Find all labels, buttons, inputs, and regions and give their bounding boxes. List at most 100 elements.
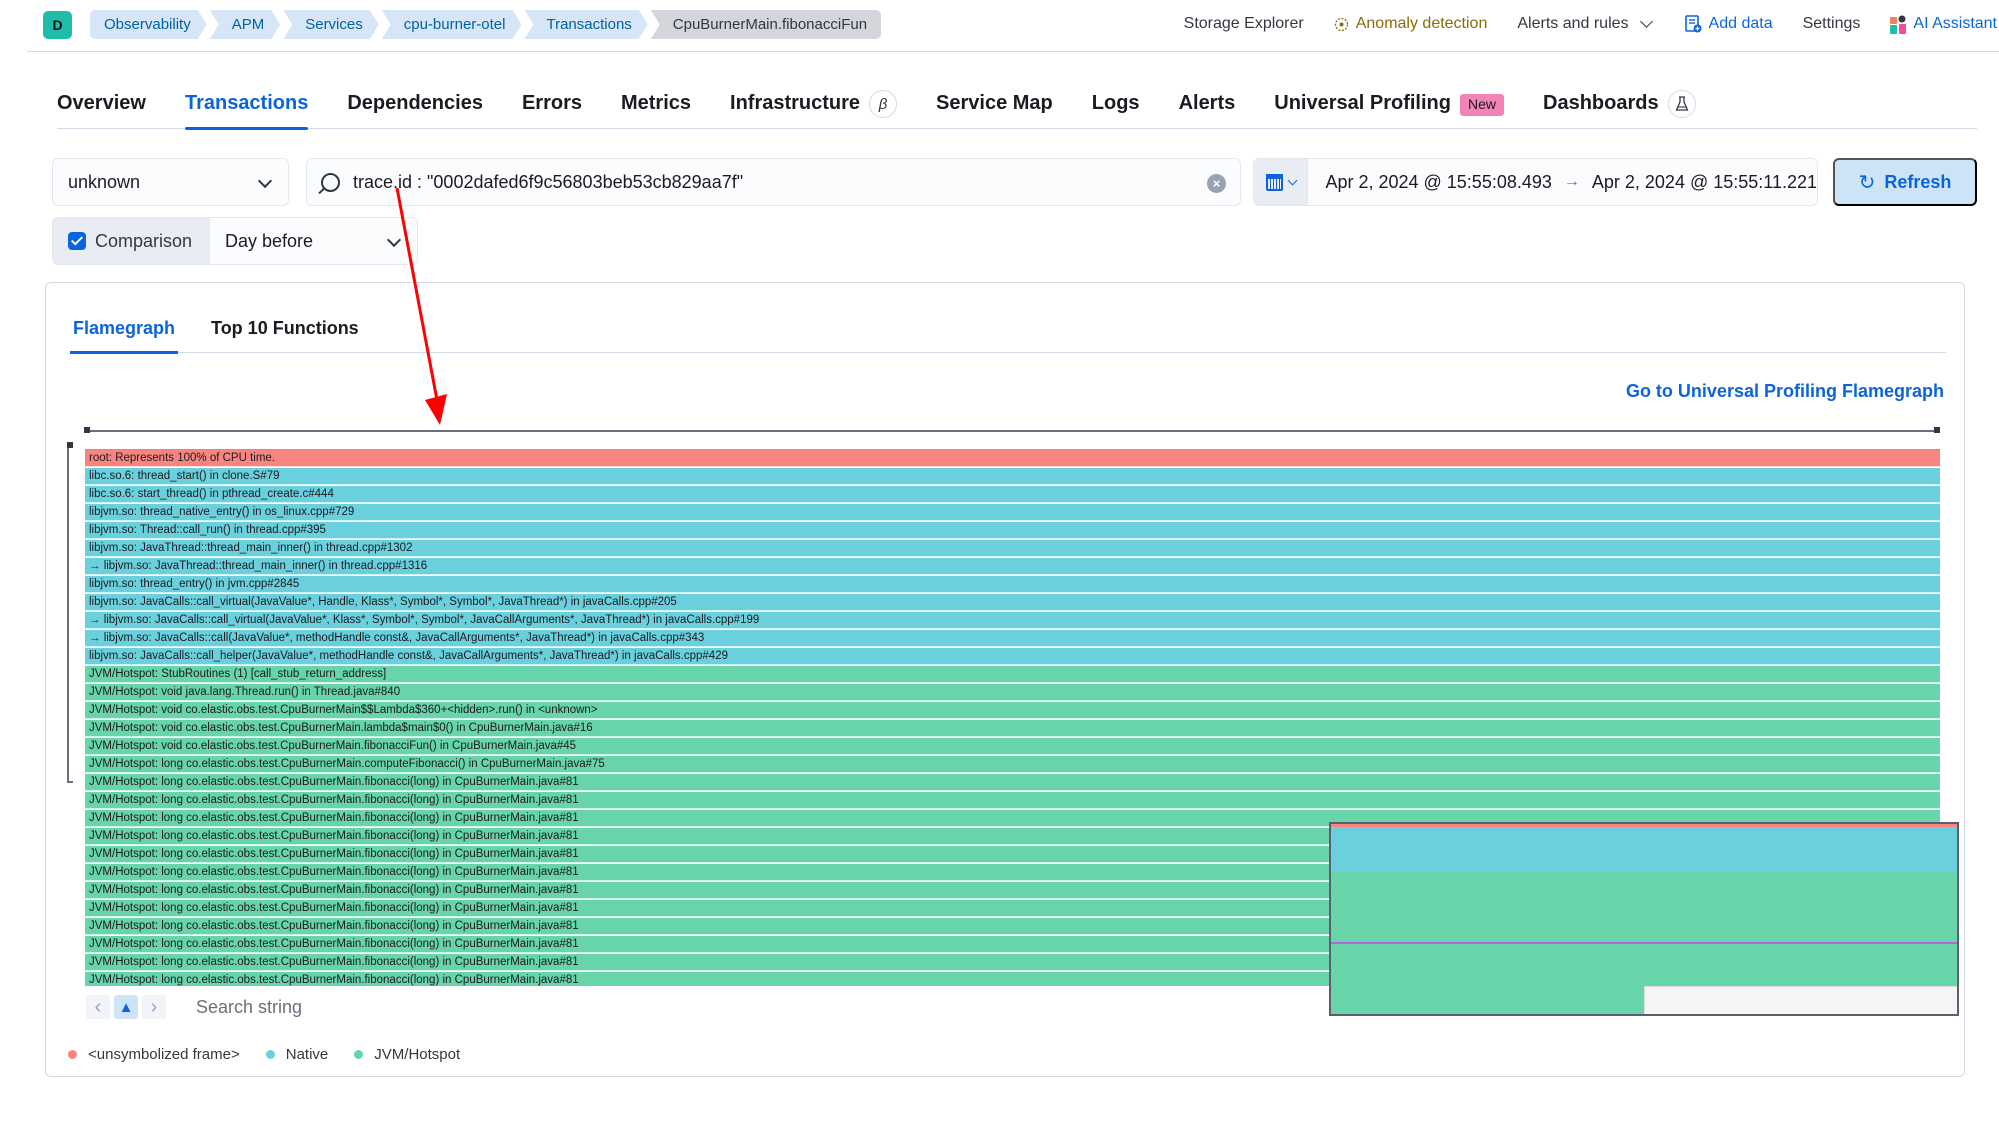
tab-service-map[interactable]: Service Map bbox=[936, 85, 1053, 129]
collapse-search-button[interactable]: ▲ bbox=[114, 995, 138, 1019]
settings-link[interactable]: Settings bbox=[1803, 15, 1861, 33]
alerts-and-rules-menu[interactable]: Alerts and rules bbox=[1517, 15, 1654, 33]
beta-badge: β bbox=[869, 90, 898, 118]
breadcrumb-service[interactable]: cpu-burner-otel bbox=[382, 10, 522, 39]
tab-label: Errors bbox=[521, 92, 582, 114]
tab-dashboards[interactable]: Dashboards bbox=[1543, 85, 1696, 129]
chevron-down-icon bbox=[257, 173, 273, 189]
flamegraph-frame[interactable]: libjvm.so: Thread::call_run() in thread.… bbox=[85, 522, 1940, 539]
ai-assistant-icon bbox=[1890, 15, 1907, 34]
flamegraph-search: ‹ ▲ › Search string bbox=[86, 993, 302, 1021]
environment-select[interactable]: unknown bbox=[52, 158, 289, 206]
start-date[interactable]: Apr 2, 2024 @ 15:55:08.493 bbox=[1325, 172, 1551, 193]
flamegraph-frame[interactable]: libjvm.so: JavaCalls::call_virtual(JavaV… bbox=[85, 594, 1940, 611]
search-string-input[interactable]: Search string bbox=[196, 997, 302, 1018]
end-date[interactable]: Apr 2, 2024 @ 15:55:11.221 bbox=[1592, 172, 1817, 193]
chevron-down-icon bbox=[386, 232, 402, 248]
flamegraph-frame[interactable]: libc.so.6: start_thread() in pthread_cre… bbox=[85, 486, 1940, 503]
tab-transactions[interactable]: Transactions bbox=[184, 85, 309, 130]
horizontal-scrollbar[interactable] bbox=[84, 427, 1940, 433]
quick-select-button[interactable] bbox=[1254, 159, 1309, 205]
search-input[interactable]: trace.id : "0002dafed6f9c56803beb53cb829… bbox=[353, 172, 743, 193]
flamegraph-frame[interactable]: → libjvm.so: JavaThread::thread_main_inn… bbox=[85, 558, 1940, 575]
tab-logs[interactable]: Logs bbox=[1092, 85, 1140, 129]
flamegraph-frame[interactable]: JVM/Hotspot: long co.elastic.obs.test.Cp… bbox=[85, 792, 1940, 809]
tab-label: Alerts bbox=[1178, 92, 1236, 114]
flamegraph-frame[interactable]: JVM/Hotspot: long co.elastic.obs.test.Cp… bbox=[85, 756, 1940, 773]
service-tabs: Overview Transactions Dependencies Error… bbox=[57, 85, 1977, 130]
add-data-icon bbox=[1684, 15, 1702, 33]
flamegraph-frame[interactable]: JVM/Hotspot: void co.elastic.obs.test.Cp… bbox=[85, 720, 1940, 737]
tab-errors[interactable]: Errors bbox=[522, 85, 582, 129]
breadcrumb-observability[interactable]: Observability bbox=[90, 10, 207, 39]
previous-match-button[interactable]: ‹ bbox=[86, 995, 110, 1019]
universal-profiling-flamegraph-link[interactable]: Go to Universal Profiling Flamegraph bbox=[1626, 381, 1944, 402]
breadcrumb-services[interactable]: Services bbox=[283, 10, 379, 39]
kql-search-bar[interactable]: trace.id : "0002dafed6f9c56803beb53cb829… bbox=[306, 158, 1241, 206]
flamegraph-frame[interactable]: libjvm.so: thread_native_entry() in os_l… bbox=[85, 504, 1940, 521]
tab-label: Transactions bbox=[184, 92, 309, 114]
tab-metrics[interactable]: Metrics bbox=[621, 85, 691, 129]
alerts-and-rules-label: Alerts and rules bbox=[1517, 15, 1629, 32]
tab-overview[interactable]: Overview bbox=[57, 85, 146, 129]
flamegraph-frame[interactable]: JVM/Hotspot: StubRoutines (1) [call_stub… bbox=[85, 666, 1940, 683]
tab-label: Logs bbox=[1091, 92, 1140, 114]
clear-query-icon[interactable]: × bbox=[1207, 174, 1226, 193]
refresh-button[interactable]: ↻ Refresh bbox=[1833, 158, 1977, 206]
legend-item: Native bbox=[265, 1046, 328, 1063]
tab-label: Universal Profiling bbox=[1274, 92, 1451, 114]
breadcrumb-transactions[interactable]: Transactions bbox=[524, 10, 647, 39]
profiling-panel: Flamegraph Top 10 Functions Go to Univer… bbox=[45, 282, 1965, 1077]
tab-label: Overview bbox=[57, 92, 146, 114]
chevron-down-icon bbox=[1639, 15, 1653, 28]
header-links: Storage Explorer Anomaly detection Alert… bbox=[1154, 0, 1999, 48]
flamegraph-frame[interactable]: root: Represents 100% of CPU time. bbox=[85, 450, 1940, 467]
comparison-checkbox[interactable] bbox=[68, 232, 86, 250]
flamegraph-frame[interactable]: libjvm.so: JavaThread::thread_main_inner… bbox=[85, 540, 1940, 557]
tab-universal-profiling[interactable]: Universal Profiling New bbox=[1274, 85, 1504, 129]
add-data-link[interactable]: Add data bbox=[1684, 15, 1773, 33]
ai-assistant-button[interactable]: AI Assistant bbox=[1890, 14, 1997, 34]
breadcrumb-apm[interactable]: APM bbox=[210, 10, 281, 39]
flamegraph-frame[interactable]: libjvm.so: JavaCalls::call_helper(JavaVa… bbox=[85, 648, 1940, 665]
legend-item: <unsymbolized frame> bbox=[68, 1046, 240, 1063]
flamegraph-frame[interactable]: JVM/Hotspot: void java.lang.Thread.run()… bbox=[85, 684, 1940, 701]
flamegraph-frame[interactable]: JVM/Hotspot: void co.elastic.obs.test.Cp… bbox=[85, 702, 1940, 719]
breadcrumb: Observability APM Services cpu-burner-ot… bbox=[90, 10, 884, 39]
arrow-right-icon: → bbox=[1563, 173, 1580, 190]
anomaly-detection-label: Anomaly detection bbox=[1355, 15, 1488, 32]
tab-top-10-functions[interactable]: Top 10 Functions bbox=[208, 313, 362, 353]
tab-infrastructure[interactable]: Infrastructure β bbox=[730, 85, 898, 129]
next-match-button[interactable]: › bbox=[142, 995, 166, 1019]
space-avatar[interactable]: D bbox=[43, 11, 72, 39]
flamegraph-legend: <unsymbolized frame> Native JVM/Hotspot bbox=[68, 1046, 460, 1063]
flamegraph-frame[interactable]: JVM/Hotspot: void co.elastic.obs.test.Cp… bbox=[85, 738, 1940, 755]
flamegraph-frame[interactable]: libc.so.6: thread_start() in clone.S#79 bbox=[85, 468, 1940, 485]
environment-value: unknown bbox=[68, 171, 141, 192]
top-header: D Observability APM Services cpu-burner-… bbox=[27, 0, 1999, 52]
flask-icon bbox=[1675, 96, 1689, 111]
settings-label: Settings bbox=[1802, 15, 1861, 32]
ai-assistant-label: AI Assistant bbox=[1913, 15, 1997, 32]
legend-label: JVM/Hotspot bbox=[374, 1046, 461, 1063]
anomaly-detection-link[interactable]: Anomaly detection bbox=[1334, 15, 1488, 33]
minimap-highlight-line bbox=[1331, 942, 1957, 944]
vertical-scrollbar[interactable] bbox=[67, 442, 73, 783]
minimap-empty-region bbox=[1644, 986, 1957, 1014]
new-badge: New bbox=[1459, 94, 1504, 116]
flamegraph-frame[interactable]: → libjvm.so: JavaCalls::call_virtual(Jav… bbox=[85, 612, 1940, 629]
tab-flamegraph[interactable]: Flamegraph bbox=[70, 313, 179, 354]
breadcrumb-current: CpuBurnerMain.fibonacciFun bbox=[650, 10, 882, 39]
flamegraph-frame[interactable]: JVM/Hotspot: long co.elastic.obs.test.Cp… bbox=[85, 774, 1940, 791]
comparison-value: Day before bbox=[225, 230, 314, 251]
flamegraph-minimap[interactable] bbox=[1329, 822, 1959, 1016]
tab-dependencies[interactable]: Dependencies bbox=[347, 85, 483, 129]
tab-alerts[interactable]: Alerts bbox=[1179, 85, 1236, 129]
flamegraph-frame[interactable]: libjvm.so: thread_entry() in jvm.cpp#284… bbox=[85, 576, 1940, 593]
comparison-select[interactable]: Day before bbox=[210, 218, 417, 264]
flamegraph-frame[interactable]: → libjvm.so: JavaCalls::call(JavaValue*,… bbox=[85, 630, 1940, 647]
legend-dot-icon bbox=[265, 1050, 275, 1059]
date-range-picker: Apr 2, 2024 @ 15:55:08.493 → Apr 2, 2024… bbox=[1253, 158, 1818, 206]
comparison-toggle[interactable]: Comparison bbox=[53, 218, 210, 264]
storage-explorer-link[interactable]: Storage Explorer bbox=[1184, 15, 1304, 33]
